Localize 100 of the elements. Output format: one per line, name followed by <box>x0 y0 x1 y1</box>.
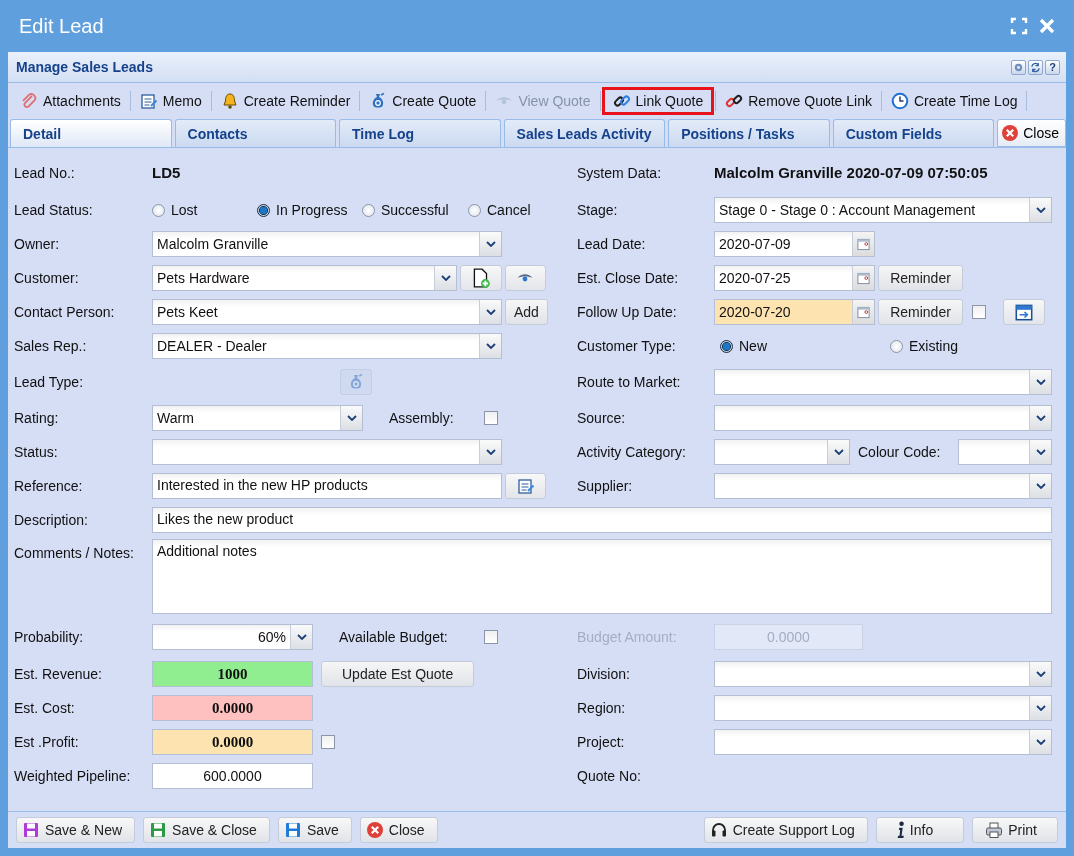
refresh-icon[interactable] <box>1028 59 1043 75</box>
footer-button[interactable]: Save <box>277 817 352 843</box>
dropdown[interactable]: Malcolm Granville <box>152 231 502 257</box>
dropdown[interactable]: DEALER - Dealer <box>152 333 502 359</box>
footer-button[interactable]: Info <box>875 817 965 843</box>
tab[interactable]: Positions / Tasks <box>668 119 830 147</box>
dropdown[interactable] <box>714 473 1052 499</box>
close-tab-button[interactable]: Close <box>997 119 1066 147</box>
checkbox[interactable] <box>321 735 335 749</box>
button[interactable]: Add <box>505 299 548 325</box>
toolbar-button[interactable]: Memo <box>131 87 210 115</box>
headset-icon <box>709 821 728 839</box>
dropdown[interactable] <box>152 439 502 465</box>
icon-button[interactable] <box>460 265 502 291</box>
footer-button[interactable]: Save & Close <box>143 817 270 843</box>
calendar-icon <box>857 305 870 319</box>
toolbar-button[interactable]: Attachments <box>12 87 129 115</box>
tab[interactable]: Detail <box>10 119 172 147</box>
memo-icon <box>139 92 158 110</box>
field-label: Quote No: <box>577 768 642 784</box>
dropdown[interactable]: Pets Hardware <box>152 265 457 291</box>
radio-option[interactable]: Cancel <box>468 202 546 218</box>
tab[interactable]: Contacts <box>174 119 337 147</box>
dropdown[interactable] <box>714 405 1052 431</box>
field-label: Reference: <box>14 478 84 494</box>
bell-icon <box>220 92 239 110</box>
button[interactable]: Update Est Quote <box>321 661 475 687</box>
footer-button[interactable]: Close <box>359 817 438 843</box>
close-icon <box>365 821 384 839</box>
toolbar-button[interactable]: Create Reminder <box>212 87 359 115</box>
dropdown[interactable] <box>714 369 1052 395</box>
checkbox[interactable] <box>484 411 498 425</box>
window-title: Edit Lead <box>19 14 104 38</box>
close-icon[interactable] <box>1038 17 1056 35</box>
field-label: Sales Rep.: <box>14 338 88 354</box>
field-label: Lead Type: <box>14 374 85 390</box>
field-value: LD5 <box>152 164 181 181</box>
radio-button[interactable] <box>362 203 375 217</box>
amount-field[interactable]: 600.0000 <box>152 763 313 789</box>
dropdown[interactable] <box>714 661 1052 687</box>
date-field[interactable]: 2020-07-25 <box>714 265 875 291</box>
footer-button[interactable]: Save & New <box>16 817 136 843</box>
tab[interactable]: Sales Leads Activity <box>503 119 666 147</box>
radio-button[interactable] <box>468 203 481 217</box>
info-icon <box>896 821 905 839</box>
dropdown[interactable]: 60% <box>152 624 313 650</box>
amount-field[interactable]: 1000 <box>152 661 313 687</box>
field-label: Probability: <box>14 629 85 645</box>
amount-field[interactable]: 0.0000 <box>152 729 313 755</box>
calendar-icon <box>857 271 870 285</box>
radio-button[interactable] <box>152 203 165 217</box>
radio-button[interactable] <box>720 339 733 353</box>
tab[interactable]: Custom Fields <box>832 119 995 147</box>
field-label: Owner: <box>14 236 61 252</box>
maximize-icon[interactable] <box>1010 17 1028 35</box>
close-icon <box>1001 124 1020 142</box>
dropdown[interactable]: Warm <box>152 405 363 431</box>
chain-link-icon <box>612 92 631 110</box>
radio-option[interactable]: New <box>720 338 890 354</box>
icon-button[interactable] <box>1003 299 1045 325</box>
text-field[interactable]: Likes the new product <box>152 507 1052 533</box>
tab[interactable]: Time Log <box>339 119 501 147</box>
radio-button[interactable] <box>257 203 270 217</box>
toolbar-button[interactable]: Create Quote <box>361 87 485 115</box>
help-button[interactable]: ? <box>1045 59 1060 75</box>
toolbar-button[interactable]: Link Quote <box>601 87 715 115</box>
dropdown[interactable]: Stage 0 - Stage 0 : Account Management <box>714 197 1052 223</box>
checkbox[interactable] <box>972 305 986 319</box>
button[interactable]: Reminder <box>878 299 963 325</box>
field-label: Lead Status: <box>14 202 94 218</box>
field-label: Region: <box>577 700 627 716</box>
printer-icon <box>985 821 1004 839</box>
button[interactable]: Reminder <box>878 265 963 291</box>
field-label: Contact Person: <box>14 304 116 320</box>
dropdown[interactable] <box>958 439 1052 465</box>
radio-option[interactable]: Lost <box>152 202 257 218</box>
field-value: Malcolm Granville 2020-07-09 07:50:05 <box>714 164 988 181</box>
amount-field[interactable]: 0.0000 <box>152 695 313 721</box>
radio-option[interactable]: Existing <box>890 338 1052 354</box>
dropdown[interactable] <box>714 439 850 465</box>
notes-field[interactable]: Additional notes <box>152 539 1052 614</box>
radio-option[interactable]: In Progress <box>257 202 362 218</box>
field-label: Description: <box>14 512 89 528</box>
field-label: Lead No.: <box>14 164 76 181</box>
field-label: Source: <box>577 410 627 426</box>
dropdown[interactable]: Pets Keet <box>152 299 502 325</box>
settings-icon[interactable] <box>1011 59 1026 75</box>
footer-button[interactable]: Print <box>972 817 1058 843</box>
date-field[interactable]: 2020-07-09 <box>714 231 875 257</box>
date-field[interactable]: 2020-07-20 <box>714 299 875 325</box>
dropdown[interactable] <box>714 729 1052 755</box>
field-label: Assembly: <box>389 410 454 426</box>
text-field[interactable]: Interested in the new HP products <box>152 473 502 499</box>
radio-option[interactable]: Successful <box>362 202 468 218</box>
radio-button[interactable] <box>890 339 903 353</box>
dropdown[interactable] <box>714 695 1052 721</box>
toolbar-button[interactable]: Remove Quote Link <box>717 87 880 115</box>
toolbar-button[interactable]: Create Time Log <box>883 87 1026 115</box>
checkbox[interactable] <box>484 630 498 644</box>
footer-button[interactable]: Create Support Log <box>703 817 868 843</box>
